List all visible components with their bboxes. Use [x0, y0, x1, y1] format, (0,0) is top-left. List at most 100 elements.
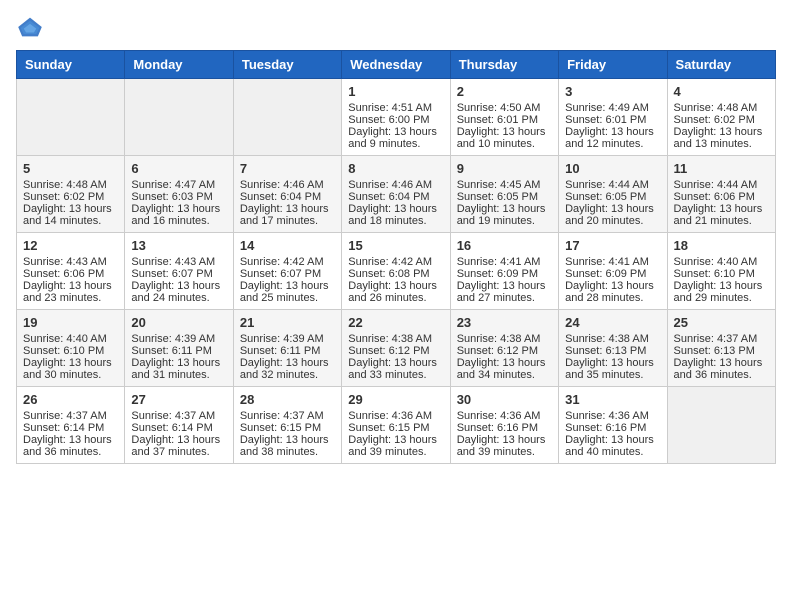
sunset-text: Sunset: 6:01 PM — [565, 114, 660, 126]
daylight-text: Daylight: 13 hours and 26 minutes. — [348, 280, 443, 304]
calendar-table: SundayMondayTuesdayWednesdayThursdayFrid… — [16, 50, 776, 464]
sunset-text: Sunset: 6:11 PM — [131, 345, 226, 357]
daylight-text: Daylight: 13 hours and 24 minutes. — [131, 280, 226, 304]
calendar-header-row: SundayMondayTuesdayWednesdayThursdayFrid… — [17, 51, 776, 79]
sunrise-text: Sunrise: 4:42 AM — [348, 256, 443, 268]
day-cell: 17Sunrise: 4:41 AMSunset: 6:09 PMDayligh… — [559, 233, 667, 310]
week-row-2: 5Sunrise: 4:48 AMSunset: 6:02 PMDaylight… — [17, 156, 776, 233]
sunset-text: Sunset: 6:02 PM — [23, 191, 118, 203]
week-row-1: 1Sunrise: 4:51 AMSunset: 6:00 PMDaylight… — [17, 79, 776, 156]
daylight-text: Daylight: 13 hours and 34 minutes. — [457, 357, 552, 381]
sunrise-text: Sunrise: 4:43 AM — [131, 256, 226, 268]
daylight-text: Daylight: 13 hours and 29 minutes. — [674, 280, 769, 304]
daylight-text: Daylight: 13 hours and 32 minutes. — [240, 357, 335, 381]
sunset-text: Sunset: 6:02 PM — [674, 114, 769, 126]
day-number: 29 — [348, 392, 443, 407]
day-number: 14 — [240, 238, 335, 253]
day-number: 8 — [348, 161, 443, 176]
sunset-text: Sunset: 6:15 PM — [348, 422, 443, 434]
day-number: 1 — [348, 84, 443, 99]
day-cell: 18 Sunrise: 4:40 AMSunset: 6:10 PMDayligh… — [667, 233, 775, 310]
col-header-friday: Friday — [559, 51, 667, 79]
sunset-text: Sunset: 6:10 PM — [674, 268, 769, 280]
sunrise-text: Sunrise: 4:44 AM — [674, 179, 769, 191]
sunset-text: Sunset: 6:12 PM — [348, 345, 443, 357]
sunrise-text: Sunrise: 4:40 AM — [674, 256, 769, 268]
day-cell: 26Sunrise: 4:37 AMSunset: 6:14 PMDayligh… — [17, 387, 125, 464]
day-cell: 12 Sunrise: 4:43 AMSunset: 6:06 PMDayligh… — [17, 233, 125, 310]
sunrise-text: Sunrise: 4:38 AM — [565, 333, 660, 345]
col-header-saturday: Saturday — [667, 51, 775, 79]
day-number: 22 — [348, 315, 443, 330]
sunrise-text: Sunrise: 4:48 AM — [674, 102, 769, 114]
daylight-text: Daylight: 13 hours and 23 minutes. — [23, 280, 118, 304]
col-header-tuesday: Tuesday — [233, 51, 341, 79]
sunrise-text: Sunrise: 4:47 AM — [131, 179, 226, 191]
day-cell: 20Sunrise: 4:39 AMSunset: 6:11 PMDayligh… — [125, 310, 233, 387]
day-number: 10 — [565, 161, 660, 176]
sunset-text: Sunset: 6:15 PM — [240, 422, 335, 434]
sunrise-text: Sunrise: 4:39 AM — [240, 333, 335, 345]
daylight-text: Daylight: 13 hours and 25 minutes. — [240, 280, 335, 304]
page-header — [16, 16, 776, 38]
day-number: 28 — [240, 392, 335, 407]
sunset-text: Sunset: 6:10 PM — [23, 345, 118, 357]
week-row-5: 26Sunrise: 4:37 AMSunset: 6:14 PMDayligh… — [17, 387, 776, 464]
sunset-text: Sunset: 6:04 PM — [240, 191, 335, 203]
sunrise-text: Sunrise: 4:39 AM — [131, 333, 226, 345]
day-number: 23 — [457, 315, 552, 330]
sunrise-text: Sunrise: 4:46 AM — [240, 179, 335, 191]
day-number: 2 — [457, 84, 552, 99]
sunrise-text: Sunrise: 4:43 AM — [23, 256, 118, 268]
day-number: 18 — [674, 238, 769, 253]
sunrise-text: Sunrise: 4:45 AM — [457, 179, 552, 191]
sunset-text: Sunset: 6:05 PM — [457, 191, 552, 203]
sunset-text: Sunset: 6:00 PM — [348, 114, 443, 126]
sunrise-text: Sunrise: 4:50 AM — [457, 102, 552, 114]
day-cell: 25Sunrise: 4:37 AMSunset: 6:13 PMDayligh… — [667, 310, 775, 387]
day-cell: 23 Sunrise: 4:38 AMSunset: 6:12 PMDayligh… — [450, 310, 558, 387]
logo-icon — [16, 16, 44, 38]
day-number: 16 — [457, 238, 552, 253]
day-cell: 2Sunrise: 4:50 AMSunset: 6:01 PMDaylight… — [450, 79, 558, 156]
daylight-text: Daylight: 13 hours and 40 minutes. — [565, 434, 660, 458]
day-cell: 3Sunrise: 4:49 AMSunset: 6:01 PMDaylight… — [559, 79, 667, 156]
day-cell: 14Sunrise: 4:42 AMSunset: 6:07 PMDayligh… — [233, 233, 341, 310]
sunset-text: Sunset: 6:09 PM — [565, 268, 660, 280]
sunrise-text: Sunrise: 4:38 AM — [348, 333, 443, 345]
sunset-text: Sunset: 6:06 PM — [23, 268, 118, 280]
day-cell: 6Sunrise: 4:47 AMSunset: 6:03 PMDaylight… — [125, 156, 233, 233]
col-header-wednesday: Wednesday — [342, 51, 450, 79]
sunset-text: Sunset: 6:13 PM — [565, 345, 660, 357]
logo — [16, 16, 48, 38]
day-cell: 21Sunrise: 4:39 AMSunset: 6:11 PMDayligh… — [233, 310, 341, 387]
day-number: 12 — [23, 238, 118, 253]
day-number: 4 — [674, 84, 769, 99]
daylight-text: Daylight: 13 hours and 14 minutes. — [23, 203, 118, 227]
daylight-text: Daylight: 13 hours and 13 minutes. — [674, 126, 769, 150]
sunset-text: Sunset: 6:12 PM — [457, 345, 552, 357]
day-cell: 29Sunrise: 4:36 AMSunset: 6:15 PMDayligh… — [342, 387, 450, 464]
sunset-text: Sunset: 6:03 PM — [131, 191, 226, 203]
sunrise-text: Sunrise: 4:44 AM — [565, 179, 660, 191]
day-number: 7 — [240, 161, 335, 176]
sunrise-text: Sunrise: 4:41 AM — [457, 256, 552, 268]
day-number: 17 — [565, 238, 660, 253]
sunrise-text: Sunrise: 4:38 AM — [457, 333, 552, 345]
sunset-text: Sunset: 6:14 PM — [23, 422, 118, 434]
daylight-text: Daylight: 13 hours and 21 minutes. — [674, 203, 769, 227]
col-header-thursday: Thursday — [450, 51, 558, 79]
sunrise-text: Sunrise: 4:46 AM — [348, 179, 443, 191]
day-cell: 8Sunrise: 4:46 AMSunset: 6:04 PMDaylight… — [342, 156, 450, 233]
week-row-3: 12Sunrise: 4:43 AMSunset: 6:06 PMDayligh… — [17, 233, 776, 310]
daylight-text: Daylight: 13 hours and 38 minutes. — [240, 434, 335, 458]
day-cell: 30Sunrise: 4:36 AMSunset: 6:16 PMDayligh… — [450, 387, 558, 464]
day-number: 13 — [131, 238, 226, 253]
sunset-text: Sunset: 6:06 PM — [674, 191, 769, 203]
day-cell: 15Sunrise: 4:42 AMSunset: 6:08 PMDayligh… — [342, 233, 450, 310]
day-number: 27 — [131, 392, 226, 407]
daylight-text: Daylight: 13 hours and 39 minutes. — [348, 434, 443, 458]
day-cell: 10Sunrise: 4:44 AMSunset: 6:05 PMDayligh… — [559, 156, 667, 233]
sunrise-text: Sunrise: 4:40 AM — [23, 333, 118, 345]
day-cell: 7Sunrise: 4:46 AMSunset: 6:04 PMDaylight… — [233, 156, 341, 233]
